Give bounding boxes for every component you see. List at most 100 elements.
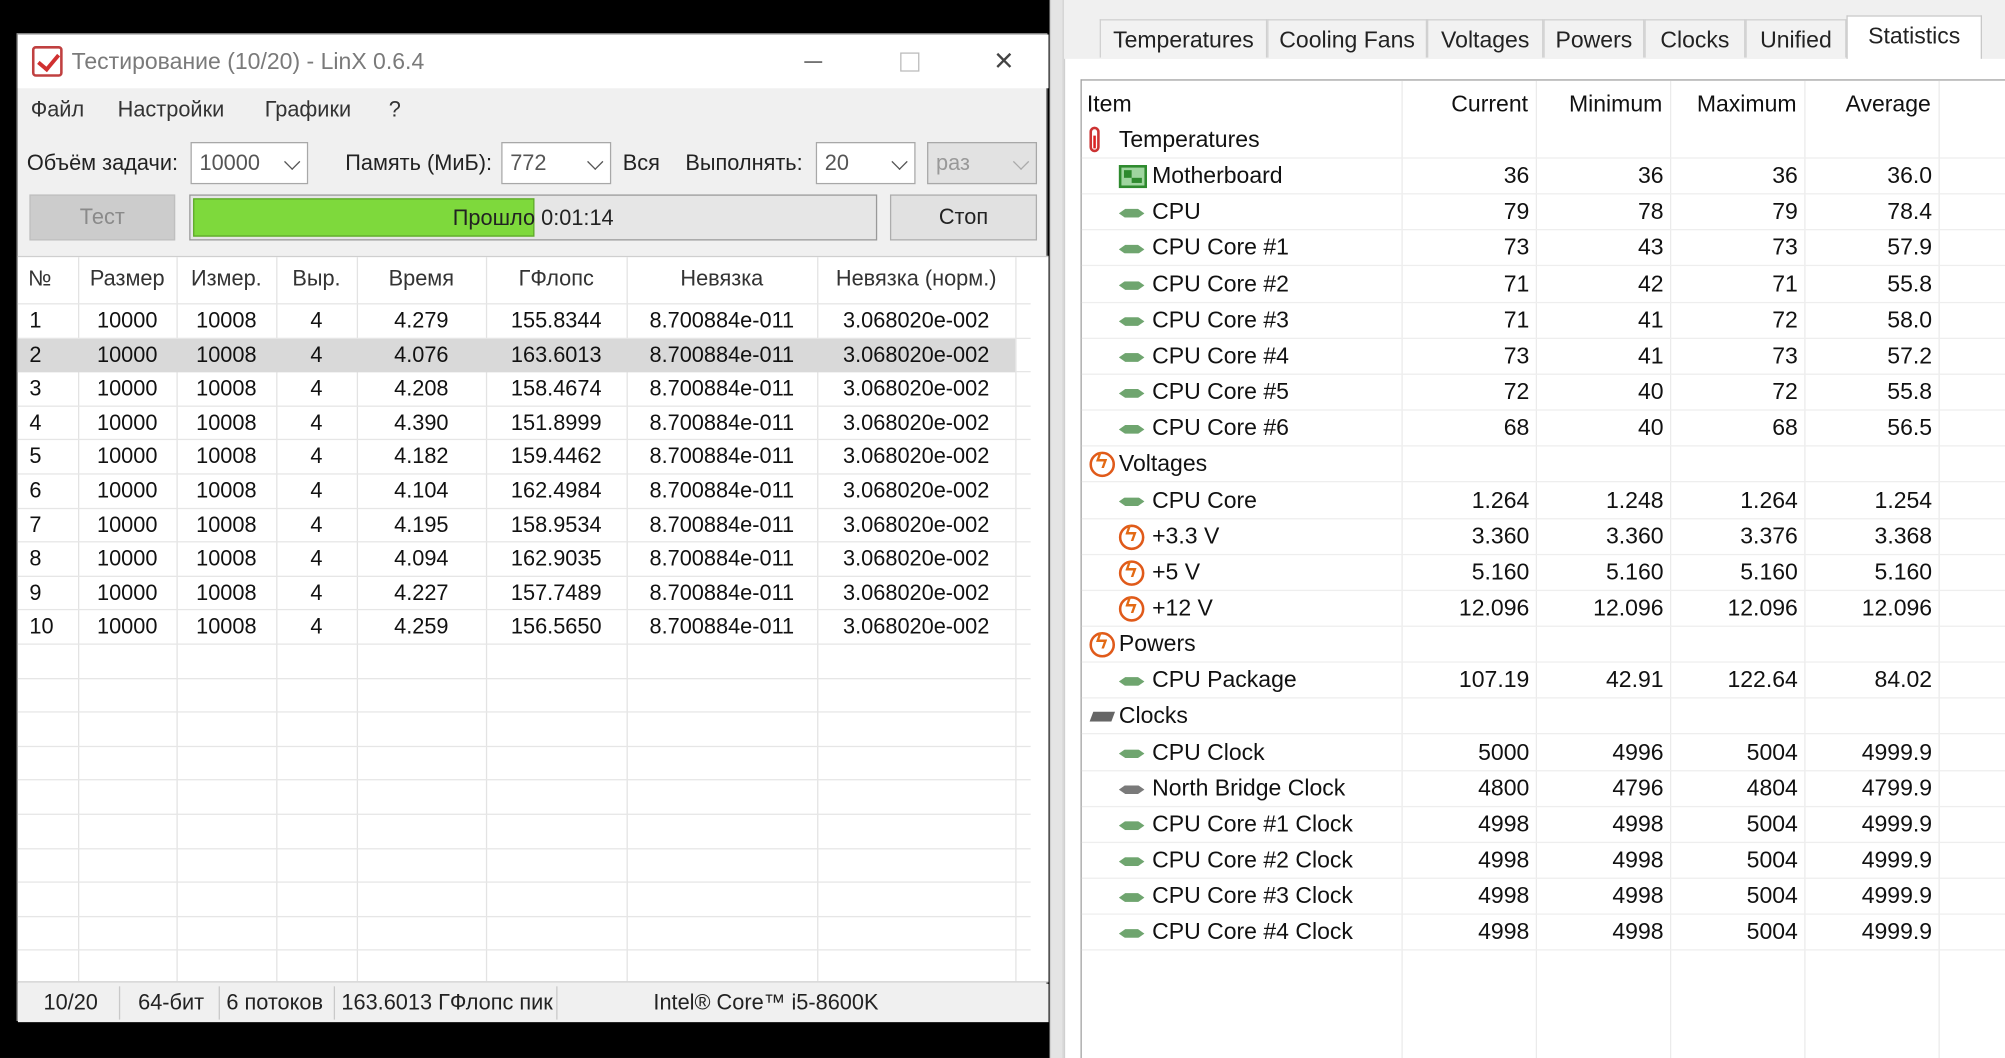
- tab-cooling-fans[interactable]: Cooling Fans: [1267, 19, 1428, 58]
- average-value: 4999.9: [1861, 918, 1933, 945]
- linx-window: Тестирование (10/20) - LinX 0.6.4 × Файл…: [16, 33, 1049, 1023]
- tab-clocks[interactable]: Clocks: [1644, 19, 1746, 58]
- sensor-label: +5 V: [1152, 558, 1201, 585]
- menu-graphs[interactable]: Графики: [265, 97, 351, 123]
- maximize-button[interactable]: [880, 40, 939, 83]
- stop-button[interactable]: Стоп: [889, 194, 1038, 241]
- menu-help[interactable]: ?: [389, 97, 401, 123]
- col-time-cell: 4.208: [394, 376, 449, 401]
- all-memory-label[interactable]: Вся: [623, 151, 660, 177]
- col-dim-cell: 10008: [196, 410, 257, 435]
- col-time-cell: 4.195: [394, 512, 449, 537]
- parameters-row: Объём задачи: 10000 Память (МиБ): 772 Вс…: [18, 142, 1049, 185]
- tab-strip: Temperatures Cooling Fans Voltages Powers Cl…: [1064, 0, 2005, 61]
- sensor-row[interactable]: CPU Clock 5000 4996 5004 4999.9: [1081, 735, 2005, 771]
- sensor-row[interactable]: North Bridge Clock 4800 4796 4804 4799.9: [1081, 771, 2005, 807]
- sensor-row[interactable]: CPU Core #3 Clock 4998 4998 5004 4999.9: [1081, 879, 2005, 915]
- group-row[interactable]: Temperatures: [1081, 123, 2005, 159]
- col-gflops-cell: 163.6013: [510, 342, 602, 367]
- sensor-row[interactable]: CPU Package 107.19 42.91 122.64 84.02: [1081, 663, 2005, 699]
- table-row[interactable]: 2 10000 10008 4 4.076 163.6013 8.700884e-011 3.…: [17, 338, 1016, 372]
- status-peak-gflops: 163.6013 ГФлопс пик: [341, 990, 553, 1015]
- header-col-dim[interactable]: Измер.: [176, 266, 276, 292]
- group-row[interactable]: Voltages: [1081, 447, 2005, 483]
- tab-statistics[interactable]: Statistics: [1846, 15, 1982, 61]
- maximum-value: 36: [1772, 162, 1798, 189]
- sensor-row[interactable]: CPU Core #1 Clock 4998 4998 5004 4999.9: [1081, 807, 2005, 843]
- table-row[interactable]: 4 10000 10008 4 4.390 151.8999 8.700884e-011 3.…: [18, 407, 1015, 440]
- header-col-residual[interactable]: Невязка: [627, 266, 818, 292]
- header-col-residual-norm[interactable]: Невязка (норм.): [817, 266, 1015, 292]
- sensor-row[interactable]: CPU 79 78 79 78.4: [1081, 195, 2005, 231]
- task-size-select[interactable]: 10000: [190, 142, 309, 185]
- minimum-value: 4998: [1612, 846, 1664, 873]
- menu-settings[interactable]: Настройки: [118, 97, 225, 123]
- col-residual-cell: 8.700884e-011: [649, 376, 795, 401]
- group-row[interactable]: Powers: [1081, 627, 2005, 663]
- grid-row-line: [17, 711, 1031, 713]
- sensor-row[interactable]: CPU Core #4 Clock 4998 4998 5004 4999.9: [1081, 915, 2005, 951]
- table-row[interactable]: 3 10000 10008 4 4.208 158.4674 8.700884e-011 3.…: [18, 373, 1015, 406]
- header-col-align[interactable]: Выр.: [276, 266, 357, 292]
- average-value: 1.254: [1874, 486, 1933, 513]
- run-unit-value: раз: [936, 150, 970, 176]
- table-row[interactable]: 1 10000 10008 4 4.279 155.8344 8.700884e-011 3.…: [18, 304, 1015, 337]
- header-col-time[interactable]: Время: [357, 266, 486, 292]
- tab-unified[interactable]: Unified: [1745, 19, 1847, 58]
- sensor-row[interactable]: CPU Core #5 72 40 72 55.8: [1081, 375, 2005, 411]
- sensor-row[interactable]: CPU Core #2 71 42 71 55.8: [1081, 267, 2005, 303]
- table-row[interactable]: 10 10000 10008 4 4.259 156.5650 8.700884e-011 3…: [18, 611, 1015, 644]
- header-current[interactable]: Current: [1451, 91, 1528, 118]
- group-row[interactable]: Clocks: [1081, 699, 2005, 735]
- average-value: 55.8: [1887, 378, 1933, 405]
- sensor-row[interactable]: CPU Core #1 73 43 73 57.9: [1081, 231, 2005, 267]
- sensor-row[interactable]: CPU Core #3 71 41 72 58.0: [1081, 303, 2005, 339]
- chip-icon: [1118, 316, 1145, 326]
- header-average[interactable]: Average: [1846, 91, 1931, 118]
- sensor-label: CPU Clock: [1152, 738, 1265, 765]
- header-minimum[interactable]: Minimum: [1569, 91, 1662, 118]
- header-item[interactable]: Item: [1087, 91, 1132, 118]
- maximum-value: 5004: [1746, 738, 1798, 765]
- current-value: 4998: [1478, 918, 1530, 945]
- close-button[interactable]: ×: [974, 40, 1033, 83]
- memory-select[interactable]: 772: [501, 142, 612, 185]
- header-col-gflops[interactable]: ГФлопс: [486, 266, 627, 292]
- grid-column-line: [1015, 257, 1017, 982]
- table-row[interactable]: 5 10000 10008 4 4.182 159.4462 8.700884e-011 3.…: [18, 441, 1015, 474]
- chip-icon: [1118, 821, 1145, 831]
- header-col-size[interactable]: Размер: [78, 266, 176, 292]
- tab-voltages[interactable]: Voltages: [1427, 19, 1544, 58]
- tab-powers[interactable]: Powers: [1543, 19, 1645, 58]
- test-button[interactable]: Тест: [29, 194, 176, 241]
- sensor-row[interactable]: CPU Core 1.264 1.248 1.264 1.254: [1081, 483, 2005, 519]
- chip-icon: [1118, 929, 1145, 939]
- table-row[interactable]: 7 10000 10008 4 4.195 158.9534 8.700884e-011 3.…: [18, 509, 1015, 542]
- col-align-cell: 4: [310, 614, 323, 639]
- table-row[interactable]: 8 10000 10008 4 4.094 162.9035 8.700884e-011 3.…: [18, 543, 1015, 576]
- group-label: Voltages: [1118, 450, 1208, 477]
- group-label: Temperatures: [1118, 126, 1260, 153]
- col-dim-cell: 10008: [196, 376, 257, 401]
- lightning-icon: [1089, 630, 1116, 658]
- header-maximum[interactable]: Maximum: [1697, 91, 1797, 118]
- sensor-row[interactable]: +12 V 12.096 12.096 12.096 12.096: [1081, 591, 2005, 627]
- minimize-button[interactable]: [783, 40, 842, 83]
- sensor-row[interactable]: CPU Core #2 Clock 4998 4998 5004 4999.9: [1081, 843, 2005, 879]
- chip-icon: [1118, 497, 1145, 506]
- sensor-row[interactable]: CPU Core #6 68 40 68 56.5: [1081, 411, 2005, 447]
- table-row[interactable]: 9 10000 10008 4 4.227 157.7489 8.700884e-011 3.…: [18, 577, 1015, 610]
- sensor-row[interactable]: +5 V 5.160 5.160 5.160 5.160: [1081, 555, 2005, 591]
- sensor-row[interactable]: +3.3 V 3.360 3.360 3.376 3.368: [1081, 519, 2005, 555]
- run-label: Выполнять:: [685, 150, 803, 176]
- sensor-row[interactable]: CPU Core #4 73 41 73 57.2: [1081, 339, 2005, 375]
- tab-temperatures[interactable]: Temperatures: [1099, 19, 1268, 58]
- table-row[interactable]: 6 10000 10008 4 4.104 162.4984 8.700884e-011 3.…: [18, 475, 1015, 508]
- linx-titlebar[interactable]: Тестирование (10/20) - LinX 0.6.4 ×: [17, 34, 1049, 89]
- col-residual-cell: 8.700884e-011: [649, 342, 795, 367]
- sensor-row[interactable]: Motherboard 36 36 36 36.0: [1081, 159, 2005, 195]
- maximum-value: 5004: [1746, 810, 1798, 837]
- minimum-value: 41: [1637, 306, 1664, 333]
- run-count-select[interactable]: 20: [815, 142, 916, 185]
- menu-file[interactable]: Файл: [31, 97, 84, 123]
